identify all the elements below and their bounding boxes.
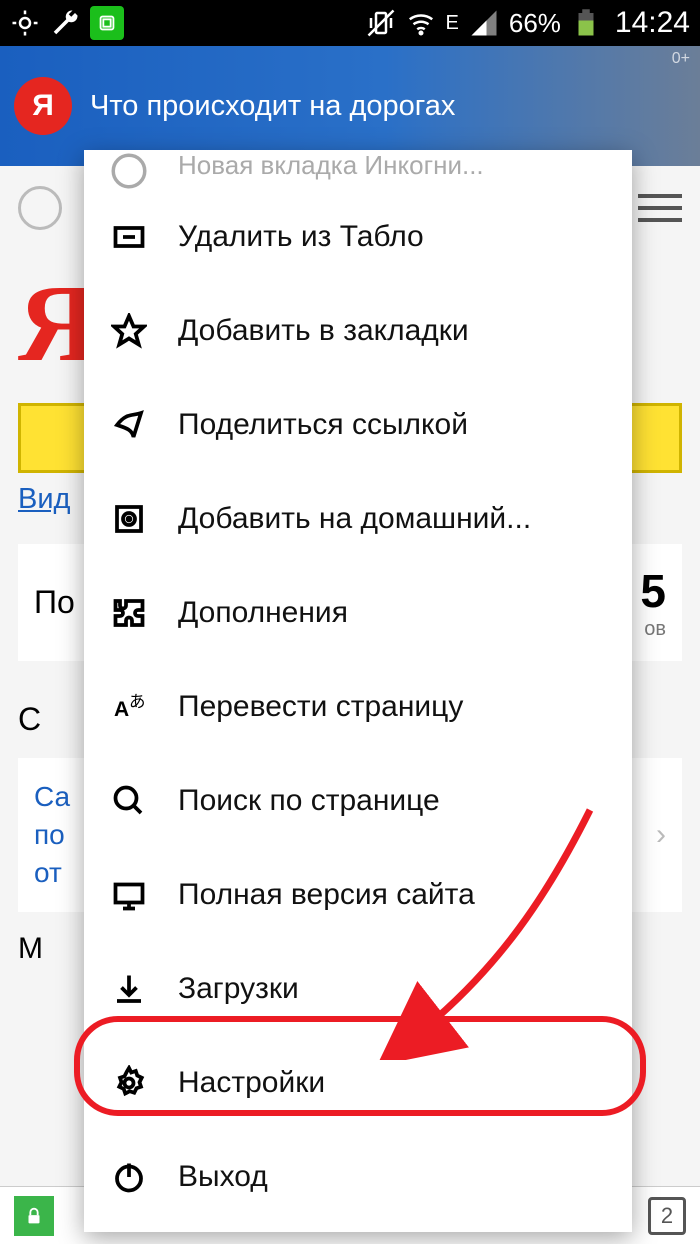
menu-item-label: Поиск по странице bbox=[178, 784, 440, 818]
svg-text:あ: あ bbox=[129, 692, 146, 711]
gear-icon bbox=[108, 1065, 150, 1101]
card-label: По bbox=[34, 584, 75, 621]
menu-item-desktop-site[interactable]: Полная версия сайта bbox=[84, 848, 632, 942]
menu-item-label: Выход bbox=[178, 1160, 268, 1194]
menu-item-label: Загрузки bbox=[178, 972, 299, 1006]
wrench-icon bbox=[50, 8, 80, 38]
incognito-icon bbox=[108, 150, 150, 190]
search-icon bbox=[108, 783, 150, 819]
svg-text:A: A bbox=[114, 698, 129, 721]
menu-item-label: Дополнения bbox=[178, 596, 348, 630]
battery-percentage: 66% bbox=[509, 8, 561, 39]
menu-item-extensions[interactable]: Дополнения bbox=[84, 566, 632, 660]
hamburger-menu-button[interactable] bbox=[638, 186, 682, 230]
menu-item-translate[interactable]: Aあ Перевести страницу bbox=[84, 660, 632, 754]
menu-item-settings[interactable]: Настройки bbox=[84, 1036, 632, 1130]
menu-item-label: Добавить в закладки bbox=[178, 314, 469, 348]
menu-item-remove-from-tablo[interactable]: Удалить из Табло bbox=[84, 190, 632, 284]
star-icon bbox=[108, 313, 150, 349]
locate-icon[interactable] bbox=[18, 186, 62, 230]
download-icon bbox=[108, 971, 150, 1007]
lock-icon[interactable] bbox=[14, 1196, 54, 1236]
browser-overflow-menu: Новая вкладка Инкогни... Удалить из Табл… bbox=[84, 150, 632, 1232]
yandex-logo-icon: Я bbox=[14, 77, 72, 135]
vibrate-icon bbox=[366, 8, 396, 38]
menu-item-add-to-home[interactable]: Добавить на домашний... bbox=[84, 472, 632, 566]
add-home-icon bbox=[108, 501, 150, 537]
chevron-right-icon: › bbox=[656, 818, 666, 852]
signal-icon bbox=[469, 8, 499, 38]
puzzle-icon bbox=[108, 595, 150, 631]
wifi-icon bbox=[406, 8, 436, 38]
menu-item-exit[interactable]: Выход bbox=[84, 1130, 632, 1224]
promo-banner[interactable]: Я Что происходит на дорогах 0+ bbox=[0, 46, 700, 166]
menu-item-label: Полная версия сайта bbox=[178, 878, 475, 912]
translate-icon: Aあ bbox=[108, 689, 150, 725]
desktop-icon bbox=[108, 877, 150, 913]
menu-item-label: Настройки bbox=[178, 1066, 325, 1100]
remove-tile-icon bbox=[108, 219, 150, 255]
tab-count-button[interactable]: 2 bbox=[648, 1197, 686, 1235]
gps-icon bbox=[10, 8, 40, 38]
menu-item-label: Перевести страницу bbox=[178, 690, 463, 724]
battery-icon bbox=[571, 8, 601, 38]
menu-item-label: Поделиться ссылкой bbox=[178, 408, 468, 442]
menu-item-find-in-page[interactable]: Поиск по странице bbox=[84, 754, 632, 848]
menu-item-label: Удалить из Табло bbox=[178, 220, 424, 254]
menu-item-label: Новая вкладка Инкогни... bbox=[178, 150, 484, 181]
banner-text: Что происходит на дорогах bbox=[90, 90, 455, 123]
menu-item-new-incognito-tab[interactable]: Новая вкладка Инкогни... bbox=[84, 150, 632, 190]
links-text: Са по от bbox=[34, 778, 70, 892]
clock: 14:24 bbox=[615, 6, 690, 40]
share-icon bbox=[108, 407, 150, 443]
menu-item-share-link[interactable]: Поделиться ссылкой bbox=[84, 378, 632, 472]
view-link[interactable]: Вид bbox=[18, 483, 70, 515]
power-icon bbox=[108, 1159, 150, 1195]
card-value: 5 ов bbox=[640, 564, 666, 641]
menu-item-add-bookmark[interactable]: Добавить в закладки bbox=[84, 284, 632, 378]
android-status-bar: E 66% 14:24 bbox=[0, 0, 700, 46]
age-rating: 0+ bbox=[672, 50, 690, 68]
app-icon bbox=[90, 6, 124, 40]
network-type-label: E bbox=[446, 12, 459, 35]
menu-item-downloads[interactable]: Загрузки bbox=[84, 942, 632, 1036]
menu-item-label: Добавить на домашний... bbox=[178, 502, 531, 536]
